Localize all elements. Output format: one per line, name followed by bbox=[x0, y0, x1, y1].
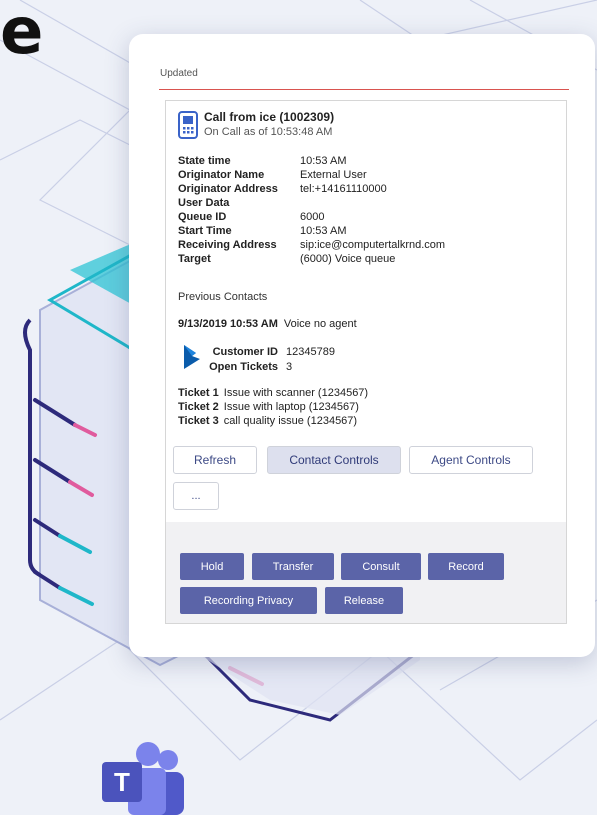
more-options-button[interactable]: ... bbox=[173, 482, 219, 510]
open-tickets-label: Open Tickets bbox=[209, 361, 278, 373]
detail-value: (6000) Voice queue bbox=[300, 253, 396, 265]
release-button[interactable]: Release bbox=[325, 587, 403, 614]
detail-key: Originator Name bbox=[178, 169, 265, 181]
detail-row: User Data bbox=[178, 196, 445, 210]
refresh-button[interactable]: Refresh bbox=[173, 446, 257, 474]
call-status: On Call as of 10:53:48 AM bbox=[204, 126, 333, 138]
transfer-button[interactable]: Transfer bbox=[252, 553, 334, 580]
customer-info: Customer ID 12345789 Open Tickets 3 bbox=[206, 345, 335, 375]
detail-key: Start Time bbox=[178, 225, 232, 237]
detail-key: Receiving Address bbox=[178, 239, 277, 251]
previous-contact-item: 9/13/2019 10:53 AM Voice no agent bbox=[178, 318, 357, 330]
contact-controls-button[interactable]: Contact Controls bbox=[267, 446, 401, 474]
ticket-text: call quality issue (1234567) bbox=[223, 415, 358, 427]
consult-button[interactable]: Consult bbox=[341, 553, 421, 580]
detail-row: Originator Address tel:+14161110000 bbox=[178, 182, 445, 196]
detail-value: 10:53 AM bbox=[300, 155, 347, 167]
hold-button[interactable]: Hold bbox=[180, 553, 244, 580]
ticket-label: Ticket 3 bbox=[178, 415, 219, 427]
detail-row: Originator Name External User bbox=[178, 168, 445, 182]
detail-value: sip:ice@computertalkrnd.com bbox=[300, 239, 446, 251]
detail-row: Target (6000) Voice queue bbox=[178, 252, 445, 266]
customer-id-value: 12345789 bbox=[286, 346, 335, 358]
detail-row: State time 10:53 AM bbox=[178, 154, 445, 168]
previous-contacts-heading: Previous Contacts bbox=[178, 291, 268, 303]
detail-value: tel:+14161110000 bbox=[300, 183, 387, 195]
detail-row: Queue ID 6000 bbox=[178, 210, 445, 224]
ticket-text: Issue with laptop (1234567) bbox=[223, 401, 359, 413]
recording-privacy-button[interactable]: Recording Privacy bbox=[180, 587, 317, 614]
ticket-item: Ticket 1 Issue with scanner (1234567) bbox=[178, 386, 368, 400]
detail-key: Originator Address bbox=[178, 183, 278, 195]
detail-key: Queue ID bbox=[178, 211, 227, 223]
dynamics-icon bbox=[184, 345, 200, 369]
customer-id-label: Customer ID bbox=[212, 346, 278, 358]
detail-value: 6000 bbox=[300, 211, 325, 223]
call-title: Call from ice (1002309) bbox=[204, 110, 335, 124]
contact-card: Updated Call from ice (1002309) On Call … bbox=[129, 34, 595, 657]
ticket-list: Ticket 1 Issue with scanner (1234567) Tic… bbox=[178, 386, 368, 428]
detail-key: Target bbox=[178, 253, 211, 265]
detail-row: Receiving Address sip:ice@computertalkrnd… bbox=[178, 238, 445, 252]
phone-icon bbox=[178, 111, 198, 139]
call-details: State time 10:53 AM Originator Name Extern… bbox=[178, 154, 445, 266]
ticket-text: Issue with scanner (1234567) bbox=[223, 387, 369, 399]
card-status: Updated bbox=[160, 68, 198, 79]
call-actions-tray: Hold Transfer Consult Record Recording P… bbox=[165, 522, 567, 624]
ticket-item: Ticket 3 call quality issue (1234567) bbox=[178, 414, 368, 428]
previous-contact-datetime: 9/13/2019 10:53 AM bbox=[178, 318, 278, 330]
detail-key: State time bbox=[178, 155, 231, 167]
contact-panel: Call from ice (1002309) On Call as of 10… bbox=[165, 100, 567, 556]
detail-row: Start Time 10:53 AM bbox=[178, 224, 445, 238]
ticket-label: Ticket 2 bbox=[178, 401, 219, 413]
agent-controls-button[interactable]: Agent Controls bbox=[409, 446, 533, 474]
record-button[interactable]: Record bbox=[428, 553, 504, 580]
detail-key: User Data bbox=[178, 197, 230, 209]
ticket-item: Ticket 2 Issue with laptop (1234567) bbox=[178, 400, 368, 414]
hero-heading-fragment: e bbox=[0, 0, 44, 69]
previous-contact-result: Voice no agent bbox=[283, 318, 357, 330]
status-divider bbox=[159, 89, 569, 90]
open-tickets-value: 3 bbox=[286, 361, 293, 373]
ticket-label: Ticket 1 bbox=[178, 387, 219, 399]
teams-logo-icon: T bbox=[102, 742, 184, 815]
detail-value: External User bbox=[300, 169, 367, 181]
detail-value: 10:53 AM bbox=[300, 225, 347, 237]
svg-text:T: T bbox=[114, 767, 130, 797]
